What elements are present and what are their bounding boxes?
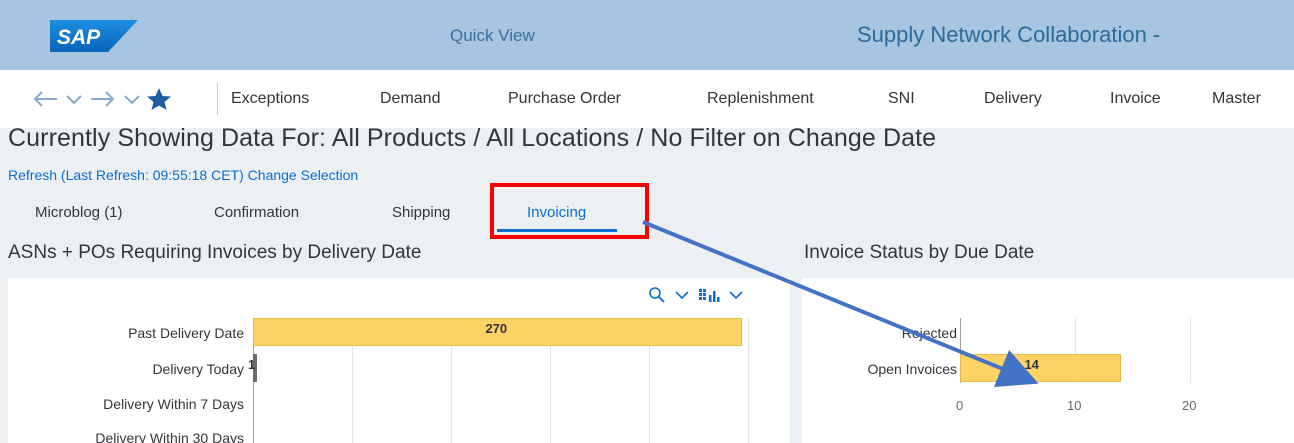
category-label: Delivery Within 30 Days bbox=[95, 430, 244, 443]
zoom-icon[interactable] bbox=[648, 286, 666, 304]
nav-item-delivery[interactable]: Delivery bbox=[984, 90, 1042, 108]
chart-toolbar bbox=[648, 286, 744, 304]
nav-item-replenishment[interactable]: Replenishment bbox=[707, 90, 814, 108]
nav-history-controls bbox=[30, 86, 172, 112]
refresh-line: Refresh (Last Refresh: 09:55:18 CET) Cha… bbox=[8, 167, 358, 183]
back-arrow-icon[interactable] bbox=[30, 89, 60, 109]
chart-bar[interactable] bbox=[960, 354, 1121, 382]
forward-history-chevron-icon[interactable] bbox=[122, 89, 142, 109]
page-title: Currently Showing Data For: All Products… bbox=[8, 124, 937, 152]
axis-tick-label: 10 bbox=[1067, 398, 1082, 413]
refresh-link[interactable]: Refresh (Last Refresh: 09:55:18 CET) bbox=[8, 167, 244, 183]
nav-item-master[interactable]: Master bbox=[1212, 90, 1261, 108]
nav-item-purchase-order[interactable]: Purchase Order bbox=[508, 90, 621, 108]
navigation-bar: Exceptions Demand Purchase Order Repleni… bbox=[0, 70, 1294, 128]
axis-tick-label: 0 bbox=[956, 398, 964, 413]
nav-item-exceptions[interactable]: Exceptions bbox=[231, 90, 309, 108]
category-label: Delivery Within 7 Days bbox=[103, 396, 244, 412]
chart-type-icon[interactable] bbox=[698, 286, 720, 304]
tab-confirmation[interactable]: Confirmation bbox=[214, 204, 299, 221]
chart-type-chevron-down-icon[interactable] bbox=[728, 289, 744, 301]
bar-value-label: 270 bbox=[485, 321, 508, 336]
svg-text:SAP: SAP bbox=[57, 26, 101, 49]
category-label: Open Invoices bbox=[867, 361, 958, 377]
category-label: Past Delivery Date bbox=[128, 325, 244, 341]
shell-bar: SAP Quick View Supply Network Collaborat… bbox=[0, 0, 1294, 70]
category-label: Delivery Today bbox=[152, 361, 244, 377]
nav-separator bbox=[217, 83, 218, 115]
left-gridline bbox=[748, 318, 749, 443]
left-chart-title: ASNs + POs Requiring Invoices by Deliver… bbox=[8, 242, 422, 263]
back-history-chevron-icon[interactable] bbox=[64, 89, 84, 109]
bar-value-label: 1 bbox=[248, 357, 256, 372]
nav-item-invoice[interactable]: Invoice bbox=[1110, 90, 1161, 108]
right-chart-title: Invoice Status by Due Date bbox=[804, 242, 1035, 263]
annotation-highlight-box bbox=[490, 183, 649, 239]
category-label: Rejected bbox=[901, 325, 957, 341]
right-gridline bbox=[1190, 318, 1191, 383]
axis-tick-label: 20 bbox=[1182, 398, 1197, 413]
nav-item-sni[interactable]: SNI bbox=[888, 90, 915, 108]
zoom-chevron-down-icon[interactable] bbox=[674, 289, 690, 301]
change-selection-link[interactable]: Change Selection bbox=[248, 167, 359, 183]
app-title: Supply Network Collaboration - bbox=[857, 22, 1161, 47]
forward-arrow-icon[interactable] bbox=[88, 89, 118, 109]
sap-logo[interactable]: SAP bbox=[50, 20, 138, 52]
nav-item-demand[interactable]: Demand bbox=[380, 90, 440, 108]
quick-view-label[interactable]: Quick View bbox=[450, 26, 535, 46]
tab-microblog[interactable]: Microblog (1) bbox=[35, 204, 123, 221]
bar-value-label: 14 bbox=[1024, 357, 1039, 372]
favorite-star-icon[interactable] bbox=[146, 87, 172, 111]
tab-shipping[interactable]: Shipping bbox=[392, 204, 450, 221]
